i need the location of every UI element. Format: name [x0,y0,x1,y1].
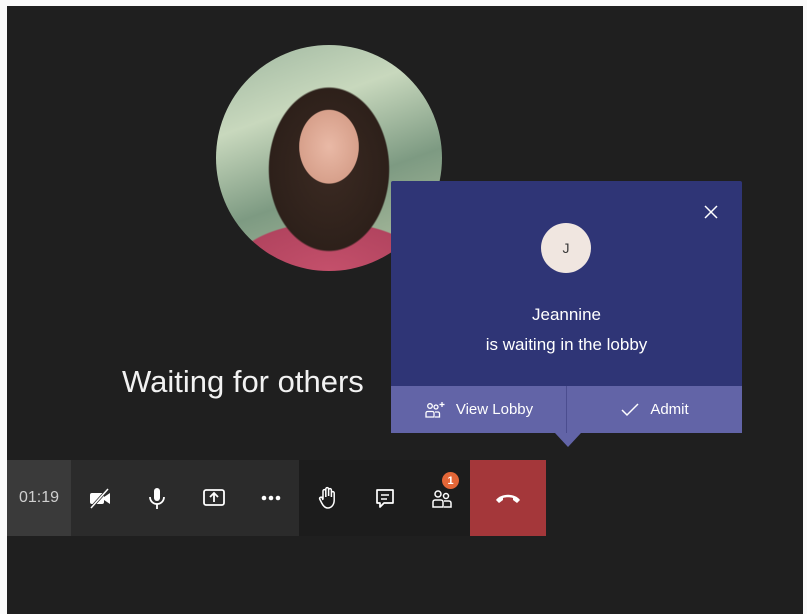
raise-hand-button[interactable] [299,460,356,536]
ellipsis-icon [261,495,280,501]
camera-off-button[interactable] [71,460,128,536]
popup-pointer [555,433,581,447]
call-timer: 01:19 [7,460,71,536]
window-edge-right [803,0,807,614]
checkmark-icon [621,402,639,416]
participants-count-badge: 1 [442,472,459,489]
waiting-status-text: Waiting for others [122,364,364,399]
hand-icon [318,486,335,509]
call-toolbar: 01:19 1 [7,460,546,536]
microphone-button[interactable] [128,460,185,536]
collaboration-controls: 1 [299,460,470,536]
admit-label: Admit [650,401,689,418]
people-add-icon [425,401,445,418]
share-screen-icon [202,489,225,506]
phone-hangup-icon [496,494,520,503]
media-controls [71,460,299,536]
window-edge-left [0,0,7,614]
chat-icon [375,489,394,508]
lobby-user-name: Jeannine [531,305,601,324]
view-lobby-label: View Lobby [455,401,534,418]
view-lobby-button[interactable]: View Lobby [391,386,566,433]
lobby-user-avatar: J [541,223,591,273]
hang-up-button[interactable] [470,460,546,536]
lobby-message: is waiting in the lobby [485,335,648,354]
lobby-notification: J Jeannine is waiting in the lobby View … [391,181,742,433]
participants-button[interactable]: 1 [413,460,470,536]
window-edge-top [0,0,807,6]
lobby-actions: View Lobby Admit [391,386,742,433]
video-off-icon [89,487,110,510]
share-screen-button[interactable] [185,460,242,536]
chat-button[interactable] [356,460,413,536]
close-icon[interactable] [702,203,720,221]
microphone-icon [148,488,165,509]
admit-button[interactable]: Admit [567,386,742,433]
more-actions-button[interactable] [242,460,299,536]
